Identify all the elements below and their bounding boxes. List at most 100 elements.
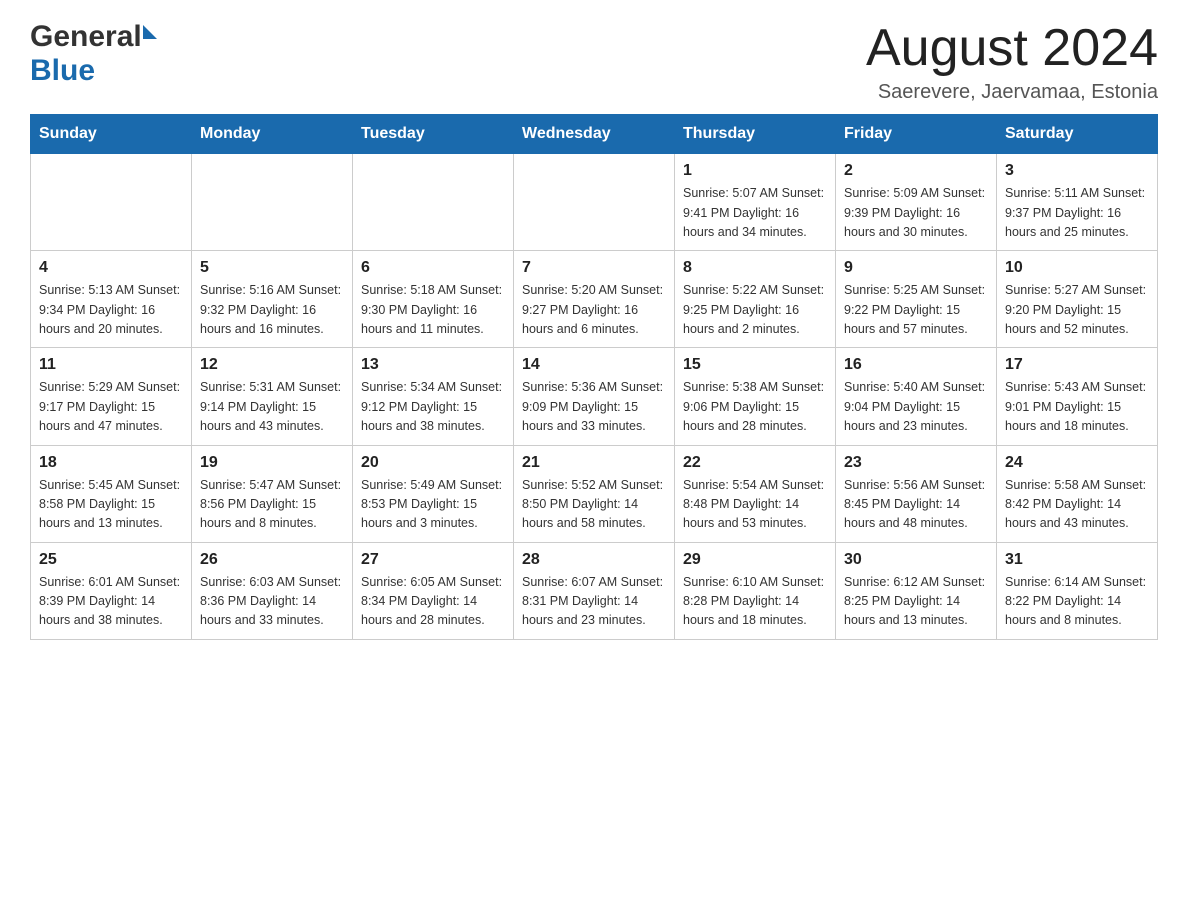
day-info: Sunrise: 5:07 AM Sunset: 9:41 PM Dayligh… [683, 184, 827, 242]
calendar-cell: 6 Sunrise: 5:18 AM Sunset: 9:30 PM Daylig… [353, 251, 514, 348]
calendar-week-row: 1 Sunrise: 5:07 AM Sunset: 9:41 PM Daylig… [31, 154, 1158, 251]
calendar-cell [353, 154, 514, 251]
day-number: 3 [1005, 162, 1149, 180]
calendar-cell: 14 Sunrise: 5:36 AM Sunset: 9:09 PM Dayli… [514, 348, 675, 445]
calendar-cell: 7 Sunrise: 5:20 AM Sunset: 9:27 PM Daylig… [514, 251, 675, 348]
day-number: 25 [39, 551, 183, 569]
day-number: 19 [200, 454, 344, 472]
calendar-cell: 3 Sunrise: 5:11 AM Sunset: 9:37 PM Daylig… [997, 154, 1158, 251]
day-info: Sunrise: 5:40 AM Sunset: 9:04 PM Dayligh… [844, 378, 988, 436]
day-number: 6 [361, 259, 505, 277]
day-number: 14 [522, 356, 666, 374]
calendar-cell: 22 Sunrise: 5:54 AM Sunset: 8:48 PM Dayli… [675, 445, 836, 542]
calendar-cell: 30Sunrise: 6:12 AM Sunset: 8:25 PM Dayli… [836, 542, 997, 639]
day-number: 13 [361, 356, 505, 374]
day-info: Sunrise: 5:43 AM Sunset: 9:01 PM Dayligh… [1005, 378, 1149, 436]
day-info: Sunrise: 5:58 AM Sunset: 8:42 PM Dayligh… [1005, 476, 1149, 534]
calendar-cell: 16 Sunrise: 5:40 AM Sunset: 9:04 PM Dayli… [836, 348, 997, 445]
day-info: Sunrise: 6:03 AM Sunset: 8:36 PM Dayligh… [200, 573, 344, 631]
day-info: Sunrise: 5:36 AM Sunset: 9:09 PM Dayligh… [522, 378, 666, 436]
logo-arrow-icon [143, 25, 157, 39]
calendar-cell: 15 Sunrise: 5:38 AM Sunset: 9:06 PM Dayli… [675, 348, 836, 445]
day-number: 17 [1005, 356, 1149, 374]
day-number: 11 [39, 356, 183, 374]
calendar-cell: 4Sunrise: 5:13 AM Sunset: 9:34 PM Daylig… [31, 251, 192, 348]
calendar-table: SundayMondayTuesdayWednesdayThursdayFrid… [30, 114, 1158, 640]
day-info: Sunrise: 5:31 AM Sunset: 9:14 PM Dayligh… [200, 378, 344, 436]
day-info: Sunrise: 5:11 AM Sunset: 9:37 PM Dayligh… [1005, 184, 1149, 242]
calendar-cell: 18 Sunrise: 5:45 AM Sunset: 8:58 PM Dayli… [31, 445, 192, 542]
day-number: 18 [39, 454, 183, 472]
day-info: Sunrise: 5:25 AM Sunset: 9:22 PM Dayligh… [844, 281, 988, 339]
day-number: 16 [844, 356, 988, 374]
day-number: 23 [844, 454, 988, 472]
day-number: 22 [683, 454, 827, 472]
day-number: 2 [844, 162, 988, 180]
calendar-cell [31, 154, 192, 251]
title-block: August 2024 Saerevere, Jaervamaa, Estoni… [866, 20, 1158, 104]
day-number: 20 [361, 454, 505, 472]
day-number: 31 [1005, 551, 1149, 569]
calendar-cell: 27 Sunrise: 6:05 AM Sunset: 8:34 PM Dayli… [353, 542, 514, 639]
calendar-cell: 21Sunrise: 5:52 AM Sunset: 8:50 PM Dayli… [514, 445, 675, 542]
calendar-cell: 25 Sunrise: 6:01 AM Sunset: 8:39 PM Dayli… [31, 542, 192, 639]
calendar-cell: 1 Sunrise: 5:07 AM Sunset: 9:41 PM Daylig… [675, 154, 836, 251]
calendar-cell: 8Sunrise: 5:22 AM Sunset: 9:25 PM Daylig… [675, 251, 836, 348]
day-info: Sunrise: 5:27 AM Sunset: 9:20 PM Dayligh… [1005, 281, 1149, 339]
logo-general-text: General [30, 20, 142, 54]
day-info: Sunrise: 6:14 AM Sunset: 8:22 PM Dayligh… [1005, 573, 1149, 631]
calendar-cell: 17 Sunrise: 5:43 AM Sunset: 9:01 PM Dayli… [997, 348, 1158, 445]
calendar-cell: 5Sunrise: 5:16 AM Sunset: 9:32 PM Daylig… [192, 251, 353, 348]
day-number: 28 [522, 551, 666, 569]
calendar-cell [192, 154, 353, 251]
calendar-week-row: 11 Sunrise: 5:29 AM Sunset: 9:17 PM Dayli… [31, 348, 1158, 445]
month-title: August 2024 [866, 20, 1158, 77]
weekday-header-sunday: Sunday [31, 115, 192, 154]
day-info: Sunrise: 5:56 AM Sunset: 8:45 PM Dayligh… [844, 476, 988, 534]
weekday-header-friday: Friday [836, 115, 997, 154]
calendar-cell: 2Sunrise: 5:09 AM Sunset: 9:39 PM Daylig… [836, 154, 997, 251]
day-number: 26 [200, 551, 344, 569]
day-info: Sunrise: 5:54 AM Sunset: 8:48 PM Dayligh… [683, 476, 827, 534]
calendar-cell [514, 154, 675, 251]
logo: General Blue [30, 20, 157, 88]
weekday-header-monday: Monday [192, 115, 353, 154]
weekday-header-saturday: Saturday [997, 115, 1158, 154]
day-number: 10 [1005, 259, 1149, 277]
day-info: Sunrise: 5:34 AM Sunset: 9:12 PM Dayligh… [361, 378, 505, 436]
day-info: Sunrise: 6:05 AM Sunset: 8:34 PM Dayligh… [361, 573, 505, 631]
day-info: Sunrise: 6:01 AM Sunset: 8:39 PM Dayligh… [39, 573, 183, 631]
day-number: 1 [683, 162, 827, 180]
calendar-cell: 12 Sunrise: 5:31 AM Sunset: 9:14 PM Dayli… [192, 348, 353, 445]
day-info: Sunrise: 6:10 AM Sunset: 8:28 PM Dayligh… [683, 573, 827, 631]
day-number: 9 [844, 259, 988, 277]
calendar-cell: 11 Sunrise: 5:29 AM Sunset: 9:17 PM Dayli… [31, 348, 192, 445]
day-info: Sunrise: 5:38 AM Sunset: 9:06 PM Dayligh… [683, 378, 827, 436]
day-number: 15 [683, 356, 827, 374]
calendar-cell: 19 Sunrise: 5:47 AM Sunset: 8:56 PM Dayli… [192, 445, 353, 542]
day-number: 12 [200, 356, 344, 374]
day-number: 7 [522, 259, 666, 277]
calendar-cell: 13 Sunrise: 5:34 AM Sunset: 9:12 PM Dayli… [353, 348, 514, 445]
day-info: Sunrise: 5:29 AM Sunset: 9:17 PM Dayligh… [39, 378, 183, 436]
day-number: 24 [1005, 454, 1149, 472]
calendar-header-row: SundayMondayTuesdayWednesdayThursdayFrid… [31, 115, 1158, 154]
day-info: Sunrise: 5:45 AM Sunset: 8:58 PM Dayligh… [39, 476, 183, 534]
location-title: Saerevere, Jaervamaa, Estonia [866, 81, 1158, 104]
day-info: Sunrise: 5:20 AM Sunset: 9:27 PM Dayligh… [522, 281, 666, 339]
calendar-cell: 29Sunrise: 6:10 AM Sunset: 8:28 PM Dayli… [675, 542, 836, 639]
weekday-header-wednesday: Wednesday [514, 115, 675, 154]
day-info: Sunrise: 5:18 AM Sunset: 9:30 PM Dayligh… [361, 281, 505, 339]
calendar-cell: 24 Sunrise: 5:58 AM Sunset: 8:42 PM Dayli… [997, 445, 1158, 542]
weekday-header-thursday: Thursday [675, 115, 836, 154]
calendar-cell: 20Sunrise: 5:49 AM Sunset: 8:53 PM Dayli… [353, 445, 514, 542]
logo-blue-text: Blue [30, 54, 95, 88]
day-number: 5 [200, 259, 344, 277]
calendar-cell: 9 Sunrise: 5:25 AM Sunset: 9:22 PM Daylig… [836, 251, 997, 348]
day-number: 27 [361, 551, 505, 569]
day-number: 21 [522, 454, 666, 472]
calendar-cell: 28Sunrise: 6:07 AM Sunset: 8:31 PM Dayli… [514, 542, 675, 639]
day-info: Sunrise: 5:47 AM Sunset: 8:56 PM Dayligh… [200, 476, 344, 534]
calendar-cell: 26 Sunrise: 6:03 AM Sunset: 8:36 PM Dayli… [192, 542, 353, 639]
weekday-header-tuesday: Tuesday [353, 115, 514, 154]
